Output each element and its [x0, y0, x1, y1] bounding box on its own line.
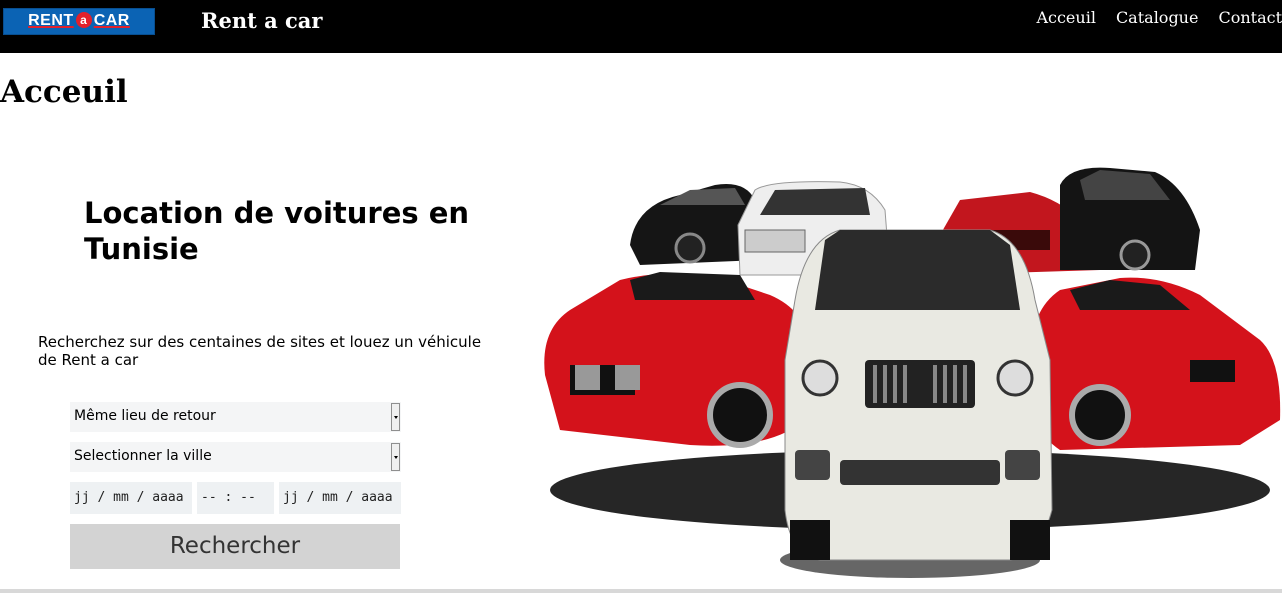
red-convertible-left — [544, 272, 810, 448]
red-sedan-right — [1030, 277, 1281, 450]
city-select-value: Selectionner la ville — [74, 448, 212, 464]
nav-link-acceuil[interactable]: Acceuil — [1036, 8, 1095, 28]
site-title: Rent a car — [201, 8, 323, 33]
return-date-input[interactable]: jj / mm / aaaa — [279, 482, 401, 514]
cars-hero-image — [544, 167, 1281, 578]
search-button[interactable]: Rechercher — [70, 524, 400, 569]
top-navbar: RENT a CAR Rent a car Acceuil Catalogue Co… — [0, 0, 1282, 53]
nav-link-contact[interactable]: Contact — [1218, 8, 1282, 28]
logo-text: RENT a CAR — [28, 12, 130, 29]
pickup-date-input[interactable]: jj / mm / aaaa — [70, 482, 192, 514]
return-location-value: Même lieu de retour — [74, 408, 216, 424]
dropdown-arrow-icon[interactable] — [391, 403, 400, 431]
white-suv-front — [784, 229, 1053, 561]
main-nav: Acceuil Catalogue Contact — [1016, 8, 1282, 28]
rent-a-car-logo[interactable]: RENT a CAR — [3, 8, 155, 35]
black-minivan — [1060, 167, 1200, 271]
hero-title: Location de voitures en Tunisie — [84, 196, 470, 266]
page-title: Acceuil — [0, 74, 128, 110]
footer-divider — [0, 589, 1282, 593]
hero-description: Recherchez sur des centaines de sites et… — [38, 333, 482, 369]
return-location-select[interactable]: Même lieu de retour — [70, 402, 401, 432]
nav-link-catalogue[interactable]: Catalogue — [1116, 8, 1199, 28]
pickup-time-input[interactable]: -- : -- — [197, 482, 274, 514]
dropdown-arrow-icon[interactable] — [391, 443, 400, 471]
city-select[interactable]: Selectionner la ville — [70, 442, 401, 472]
